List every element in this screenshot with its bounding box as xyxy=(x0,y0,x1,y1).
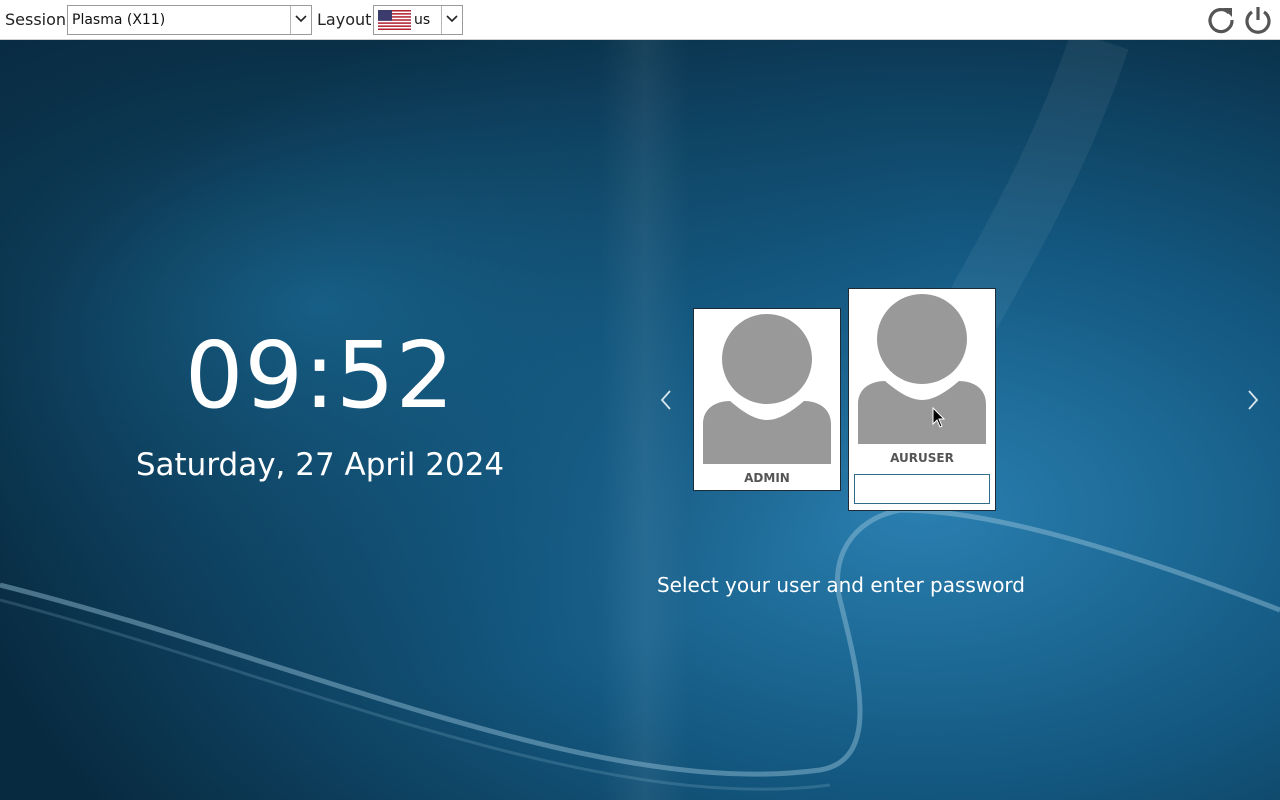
clock-time: 09:52 xyxy=(184,322,456,429)
login-prompt: Select your user and enter password xyxy=(656,573,1025,597)
layout-value: us xyxy=(414,12,431,28)
restart-icon[interactable] xyxy=(1205,4,1237,36)
session-select[interactable]: Plasma (X11) xyxy=(67,5,312,35)
chevron-down-icon xyxy=(446,15,458,23)
password-input[interactable] xyxy=(854,474,990,504)
user-card-auruser[interactable]: AURUSER xyxy=(848,288,996,511)
mouse-cursor-icon xyxy=(932,407,946,428)
user-avatar-icon xyxy=(703,314,831,464)
session-value: Plasma (X11) xyxy=(72,12,166,28)
user-card-admin[interactable]: ADMIN xyxy=(693,308,841,491)
chevron-down-icon xyxy=(295,15,307,23)
top-bar: Session Plasma (X11) Layout us xyxy=(0,0,1280,40)
power-icon[interactable] xyxy=(1242,4,1274,36)
layout-dropdown-button[interactable] xyxy=(441,6,462,34)
next-user-arrow-icon[interactable] xyxy=(1241,388,1265,412)
user-avatar-icon xyxy=(858,294,986,444)
session-dropdown-button[interactable] xyxy=(290,6,311,34)
layout-select[interactable]: us xyxy=(373,5,463,35)
layout-label: Layout xyxy=(317,10,372,29)
user-name: AURUSER xyxy=(890,451,954,465)
clock-date: Saturday, 27 April 2024 xyxy=(135,447,505,483)
session-label: Session xyxy=(5,10,67,29)
user-name: ADMIN xyxy=(744,471,790,485)
us-flag-icon xyxy=(378,10,411,30)
previous-user-arrow-icon[interactable] xyxy=(654,388,678,412)
